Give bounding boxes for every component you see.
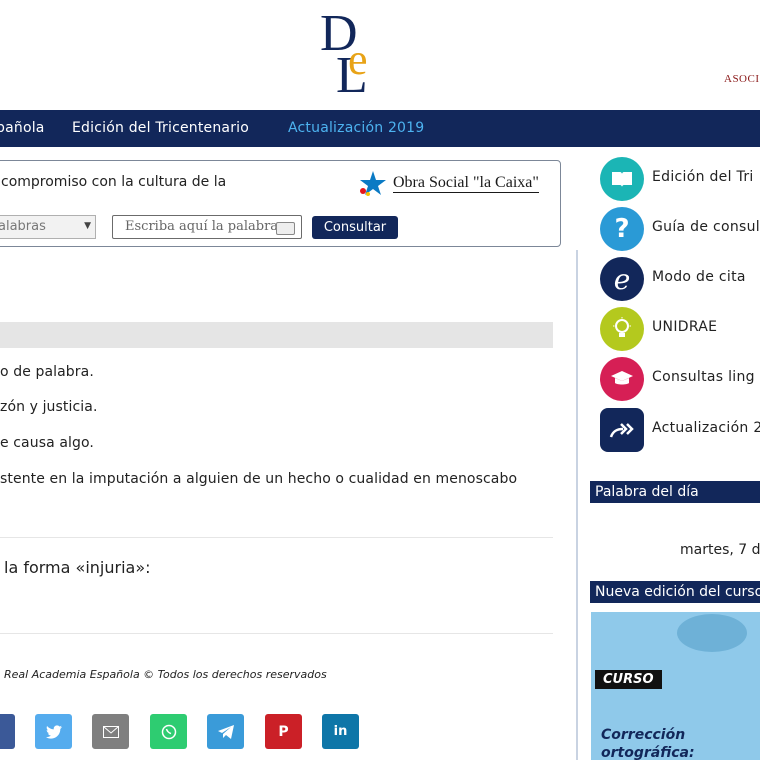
search-intro-text: compromiso con la cultura de la (1, 174, 227, 190)
search-panel: compromiso con la cultura de la Obra Soc… (0, 160, 561, 247)
sidebar-item-label: Modo de cita (652, 269, 746, 285)
divider (0, 633, 553, 634)
sidebar-item-consultas[interactable]: Consultas ling (600, 357, 760, 401)
definition-2: zón y justicia. (0, 399, 98, 415)
nav-item-tricentenario[interactable]: Edición del Tricentenario (72, 120, 249, 136)
course-tag: CURSO (595, 670, 662, 689)
search-mode-value: alabras (0, 219, 46, 234)
sidebar-item-unidrae[interactable]: UNIDRAE (600, 307, 760, 351)
course-decoration (677, 614, 747, 652)
linkedin-icon: in (333, 724, 348, 739)
double-arrow-icon (600, 408, 644, 452)
dropdown-arrow-icon: ▼ (84, 221, 91, 231)
course-title: Corrección ortográfica: (601, 726, 695, 760)
question-icon: ? (600, 207, 644, 251)
course-banner[interactable]: CURSO Corrección ortográfica: (591, 612, 760, 760)
course-title-line: Corrección (601, 727, 686, 743)
sidebar-divider (576, 250, 578, 760)
search-input[interactable]: Escriba aquí la palabra (112, 215, 302, 239)
association-link[interactable]: ASOCI (724, 73, 760, 85)
sidebar-item-label: Guía de consul (652, 219, 760, 235)
sidebar-item-guia[interactable]: ? Guía de consul (600, 207, 760, 251)
sidebar-item-actualizacion[interactable]: Actualización 2 (600, 408, 760, 452)
telegram-share-button[interactable] (207, 714, 244, 749)
sidebar-item-label: Actualización 2 (652, 420, 760, 436)
sidebar-item-label: Consultas ling (652, 369, 755, 385)
svg-text:e: e (348, 35, 368, 84)
sidebar-item-label: UNIDRAE (652, 319, 718, 335)
consult-button[interactable]: Consultar (312, 216, 398, 239)
twitter-icon (45, 724, 62, 739)
word-of-day-header: Palabra del día (590, 481, 760, 503)
caixa-star-icon (360, 171, 386, 196)
graduation-cap-icon (600, 357, 644, 401)
nav-item-espanola[interactable]: pañola (0, 120, 45, 136)
course-title-line: ortográfica: (601, 745, 695, 760)
entry-header-band (0, 322, 553, 348)
sidebar-item-modo-cita[interactable]: e Modo de cita (600, 257, 760, 301)
definition-1: o de palabra. (0, 364, 94, 380)
definition-3: e causa algo. (0, 435, 94, 451)
search-mode-select[interactable]: alabras ▼ (0, 215, 96, 239)
copyright-text: Real Academia Española © Todos los derec… (4, 668, 327, 681)
facebook-share-button[interactable]: f (0, 714, 15, 749)
course-header: Nueva edición del curso (590, 581, 760, 603)
linkedin-share-button[interactable]: in (322, 714, 359, 749)
whatsapp-share-button[interactable] (150, 714, 187, 749)
e-letter-icon: e (600, 257, 644, 301)
whatsapp-icon (161, 724, 176, 739)
book-icon (600, 157, 644, 201)
sponsor-logo[interactable]: Obra Social "la Caixa" (357, 169, 539, 197)
twitter-share-button[interactable] (35, 714, 72, 749)
sidebar-item-label: Edición del Tri (652, 169, 754, 185)
dle-logo[interactable]: D L e (318, 4, 388, 96)
definition-4: stente en la imputación a alguien de un … (0, 471, 518, 487)
email-icon (102, 725, 119, 738)
forma-heading: la forma «injuria»: (4, 558, 151, 577)
pinterest-icon: P (278, 723, 289, 740)
pinterest-share-button[interactable]: P (265, 714, 302, 749)
search-input-placeholder: Escriba aquí la palabra (125, 219, 279, 234)
lightbulb-icon (600, 307, 644, 351)
keyboard-icon[interactable] (276, 222, 295, 235)
email-share-button[interactable] (92, 714, 129, 749)
main-nav: pañola Edición del Tricentenario Actuali… (0, 110, 760, 147)
divider (0, 537, 553, 538)
sponsor-name: Obra Social "la Caixa" (393, 173, 539, 193)
word-of-day-date: martes, 7 d (680, 542, 760, 558)
sidebar-item-tricentenario[interactable]: Edición del Tri (600, 157, 760, 201)
telegram-icon (217, 724, 234, 739)
nav-item-actualizacion[interactable]: Actualización 2019 (288, 120, 424, 136)
